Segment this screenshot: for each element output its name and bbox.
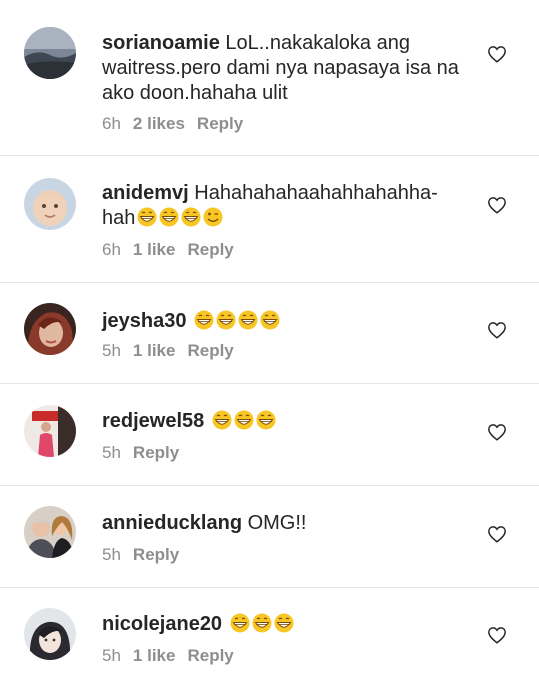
comment-body: annieducklang OMG!! (102, 511, 462, 536)
comment-meta: 6h 1 like Reply (102, 240, 246, 260)
reply-button[interactable]: Reply (187, 240, 233, 259)
comment-item: jeysha30 5h 1 like Reply (0, 283, 539, 383)
comment-username[interactable]: sorianoamie (102, 32, 220, 54)
grin-emoji-icon (194, 310, 214, 330)
comment-body: redjewel58 (102, 409, 462, 434)
grin-emoji-icon (212, 410, 232, 430)
comment-meta: 5h 1 like Reply (102, 646, 246, 666)
avatar[interactable] (24, 506, 76, 558)
comment-item: sorianoamie LoL..nakakaloka ang waitress… (0, 0, 539, 155)
reply-button[interactable]: Reply (187, 341, 233, 360)
avatar[interactable] (24, 178, 76, 230)
reply-button[interactable]: Reply (133, 443, 179, 462)
comment-meta: 5h 1 like Reply (102, 341, 246, 361)
comment-time: 5h (102, 443, 121, 462)
comment-time: 5h (102, 341, 121, 360)
comment-text: OMG!! (242, 512, 307, 534)
comment-time: 6h (102, 114, 121, 133)
like-heart-icon[interactable] (487, 45, 507, 63)
comment-body: sorianoamie LoL..nakakaloka ang waitress… (102, 31, 462, 106)
like-heart-icon[interactable] (487, 525, 507, 543)
comment-likes[interactable]: 2 likes (133, 114, 185, 133)
reply-button[interactable]: Reply (187, 646, 233, 665)
reply-button[interactable]: Reply (197, 114, 243, 133)
like-heart-icon[interactable] (487, 196, 507, 214)
grin-emoji-icon (216, 310, 236, 330)
comment-username[interactable]: redjewel58 (102, 410, 204, 432)
comment-meta: 6h 2 likes Reply (102, 114, 255, 134)
comment-meta: 5h Reply (102, 545, 191, 565)
grin-emoji-icon (137, 207, 157, 227)
grin-emoji-icon (238, 310, 258, 330)
comment-likes[interactable]: 1 like (133, 240, 176, 259)
comment-time: 5h (102, 646, 121, 665)
comment-time: 5h (102, 545, 121, 564)
comment-item: anidemvj Hahahahahaahahhahahha-hah 6h 1 l… (0, 156, 539, 282)
comment-likes[interactable]: 1 like (133, 646, 176, 665)
comment-meta: 5h Reply (102, 443, 191, 463)
grin-emoji-icon (181, 207, 201, 227)
avatar[interactable] (24, 608, 76, 660)
grin-emoji-icon (230, 613, 250, 633)
grin-emoji-icon (274, 613, 294, 633)
avatar[interactable] (24, 405, 76, 457)
grin-emoji-icon (252, 613, 272, 633)
comment-username[interactable]: anidemvj (102, 182, 189, 204)
comment-username[interactable]: annieducklang (102, 512, 242, 534)
grin-emoji-icon (234, 410, 254, 430)
comment-username[interactable]: nicolejane20 (102, 613, 222, 635)
like-heart-icon[interactable] (487, 423, 507, 441)
comment-item: annieducklang OMG!! 5h Reply (0, 486, 539, 586)
comment-likes[interactable]: 1 like (133, 341, 176, 360)
like-heart-icon[interactable] (487, 626, 507, 644)
avatar[interactable] (24, 303, 76, 355)
grin-emoji-icon (159, 207, 179, 227)
comment-body: anidemvj Hahahahahaahahhahahha-hah (102, 181, 462, 231)
avatar[interactable] (24, 27, 76, 79)
comment-text (222, 613, 228, 635)
comment-body: nicolejane20 (102, 612, 462, 637)
reply-button[interactable]: Reply (133, 545, 179, 564)
grin-emoji-icon (260, 310, 280, 330)
comment-item: nicolejane20 5h 1 like Reply (0, 588, 539, 679)
grin-emoji-icon (256, 410, 276, 430)
wink-emoji-icon (203, 207, 223, 227)
comment-item: redjewel58 5h Reply (0, 384, 539, 484)
comment-text (204, 410, 210, 432)
comment-body: jeysha30 (102, 309, 462, 334)
comment-username[interactable]: jeysha30 (102, 310, 187, 332)
comment-text (187, 310, 193, 332)
like-heart-icon[interactable] (487, 321, 507, 339)
comment-time: 6h (102, 240, 121, 259)
